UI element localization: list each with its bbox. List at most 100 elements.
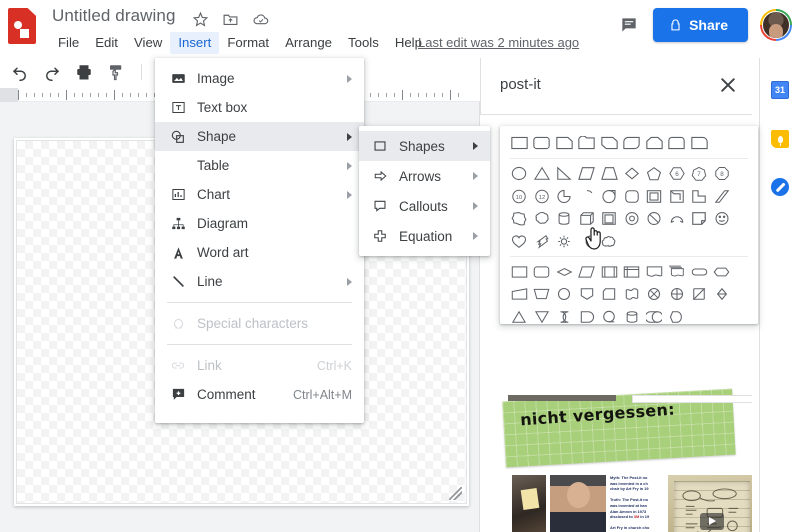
shape-sun[interactable] [553, 230, 576, 253]
shape-rounded-square[interactable] [621, 185, 644, 208]
insert-menu-item-special-characters[interactable]: Special characters [155, 309, 364, 338]
flow-display[interactable] [666, 306, 689, 329]
shape-heart[interactable] [508, 230, 531, 253]
next-result-partial-2[interactable] [632, 395, 752, 403]
shape-submenu-item-shapes[interactable]: Shapes [359, 131, 490, 161]
shape-arc-curve[interactable] [666, 208, 689, 231]
shape-diamond[interactable] [621, 163, 644, 186]
shape-pentagon[interactable] [643, 163, 666, 186]
insert-menu[interactable]: Image Text box Shape Table Chart Diagram… [155, 58, 364, 423]
shape-donut[interactable] [621, 208, 644, 231]
document-title[interactable]: Untitled drawing [52, 6, 176, 26]
star-icon[interactable] [192, 11, 209, 28]
shape-smiley-face[interactable] [711, 208, 734, 231]
shape-heptagon-7[interactable]: 7 [688, 163, 711, 186]
flow-sequential-access[interactable] [598, 306, 621, 329]
insert-menu-item-link[interactable]: Link Ctrl+K [155, 351, 364, 380]
shape-snip-round-single-corner[interactable] [688, 132, 711, 155]
google-drawings-icon[interactable] [8, 8, 42, 50]
flow-data[interactable] [576, 261, 599, 284]
shape-cube[interactable] [576, 208, 599, 231]
flow-or[interactable] [666, 283, 689, 306]
shapes-palette[interactable]: 6 7 8 10 12 [500, 126, 758, 324]
flow-alternate-process[interactable] [531, 261, 554, 284]
shape-round-single-corner[interactable] [576, 132, 599, 155]
shape-bevel[interactable] [666, 185, 689, 208]
flow-extract[interactable] [508, 306, 531, 329]
shape-snip-diagonal-corner[interactable] [598, 132, 621, 155]
canvas-resize-handle[interactable] [449, 487, 462, 500]
flow-punched-tape[interactable] [621, 283, 644, 306]
google-calendar-icon[interactable]: 31 [771, 81, 789, 99]
share-button[interactable]: Share [653, 8, 748, 42]
shape-rectangle[interactable] [508, 132, 531, 155]
shape-submenu-item-callouts[interactable]: Callouts [359, 191, 490, 221]
shape-decagon-10[interactable]: 10 [508, 185, 531, 208]
flow-multidocument[interactable] [666, 261, 689, 284]
shape-round-same-side-corner[interactable] [666, 132, 689, 155]
menu-insert[interactable]: Insert [170, 32, 220, 54]
insert-menu-item-image[interactable]: Image [155, 64, 364, 93]
shape-submenu-item-equation[interactable]: Equation [359, 221, 490, 251]
flow-card[interactable] [598, 283, 621, 306]
shape-ellipse[interactable] [508, 163, 531, 186]
shape-rounded-rectangle[interactable] [531, 132, 554, 155]
flow-stored-data[interactable] [553, 306, 576, 329]
insert-menu-item-text-box[interactable]: Text box [155, 93, 364, 122]
flow-off-page-connector[interactable] [576, 283, 599, 306]
flow-direct-access-storage[interactable] [643, 306, 666, 329]
print-icon[interactable] [74, 62, 94, 82]
menu-arrange[interactable]: Arrange [277, 32, 340, 54]
flow-terminator[interactable] [688, 261, 711, 284]
google-keep-icon[interactable] [771, 130, 789, 148]
flow-decision[interactable] [553, 261, 576, 284]
menu-file[interactable]: File [50, 32, 87, 54]
shape-octagon-8[interactable]: 8 [711, 163, 734, 186]
insert-menu-item-line[interactable]: Line [155, 267, 364, 296]
shape-snip-same-side-corner[interactable] [643, 132, 666, 155]
cloud-saved-icon[interactable] [252, 11, 269, 28]
shape-teardrop[interactable] [598, 185, 621, 208]
shape-blob[interactable] [531, 208, 554, 231]
shape-snip-single-corner[interactable] [553, 132, 576, 155]
shape-trapezoid[interactable] [598, 163, 621, 186]
flow-magnetic-disk[interactable] [621, 306, 644, 329]
shape-lightning-bolt[interactable] [531, 230, 554, 253]
shape-frame[interactable] [643, 185, 666, 208]
flow-summing-junction[interactable] [643, 283, 666, 306]
shape-dodecagon-12[interactable]: 12 [531, 185, 554, 208]
undo-icon[interactable] [10, 62, 30, 82]
shape-hexagon-6[interactable]: 6 [666, 163, 689, 186]
shape-diagonal-stripe[interactable] [711, 185, 734, 208]
close-icon[interactable] [718, 75, 738, 95]
search-input[interactable]: post-it [500, 76, 541, 93]
google-tasks-icon[interactable] [771, 178, 789, 196]
shape-round-diagonal-corner[interactable] [621, 132, 644, 155]
play-button-icon[interactable] [700, 513, 724, 530]
paint-format-icon[interactable] [106, 62, 126, 82]
shape-triangle[interactable] [531, 163, 554, 186]
shape-explosion[interactable] [508, 208, 531, 231]
flow-preparation[interactable] [711, 261, 734, 284]
avatar[interactable] [760, 9, 792, 41]
shape-moon[interactable] [576, 230, 599, 253]
shape-parallelogram[interactable] [576, 163, 599, 186]
shape-right-triangle[interactable] [553, 163, 576, 186]
shape-L-shape[interactable] [688, 185, 711, 208]
flow-manual-operation[interactable] [531, 283, 554, 306]
shape-submenu-item-arrows[interactable]: Arrows [359, 161, 490, 191]
insert-menu-item-chart[interactable]: Chart [155, 180, 364, 209]
flow-process[interactable] [508, 261, 531, 284]
shape-arc[interactable] [576, 185, 599, 208]
flow-manual-input[interactable] [508, 283, 531, 306]
insert-menu-item-diagram[interactable]: Diagram [155, 209, 364, 238]
move-to-folder-icon[interactable] [222, 11, 239, 28]
insert-menu-item-word-art[interactable]: Word art [155, 238, 364, 267]
shape-pie[interactable] [553, 185, 576, 208]
shape-cloud[interactable] [598, 230, 621, 253]
flow-document[interactable] [643, 261, 666, 284]
flow-connector[interactable] [553, 283, 576, 306]
next-result-partial-1[interactable] [508, 395, 616, 401]
shape-no-symbol[interactable] [643, 208, 666, 231]
video-thumbnail[interactable] [668, 475, 752, 532]
